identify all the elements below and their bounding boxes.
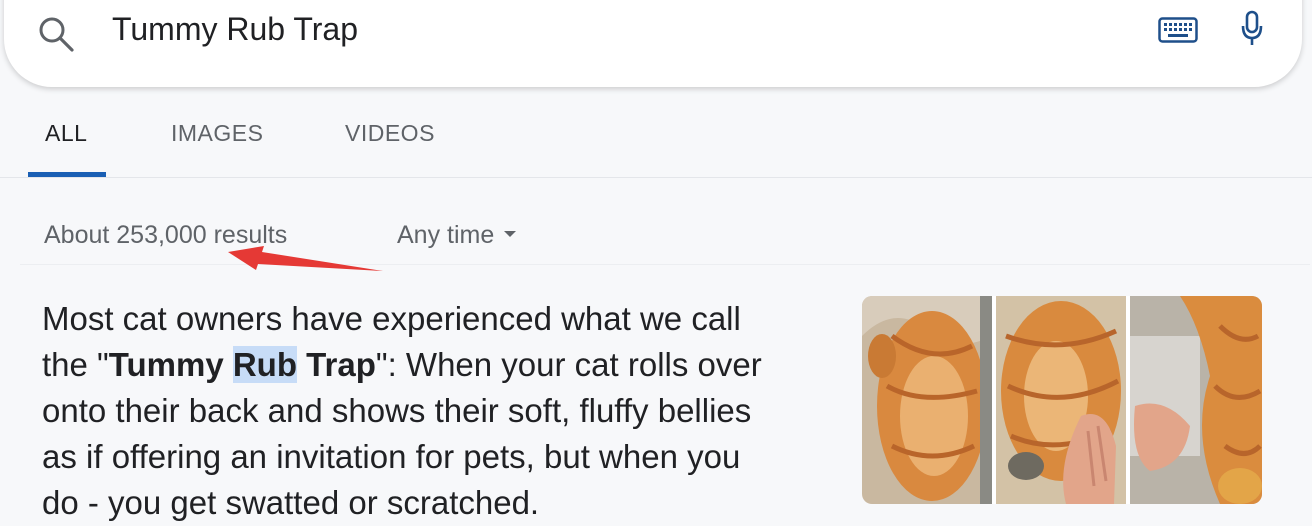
search-tabs: ALL IMAGES VIDEOS [0,88,1312,178]
search-icon[interactable] [36,14,76,54]
image-strip[interactable] [862,296,1262,504]
snippet-line: Most cat owners have experienced what we… [42,300,741,337]
snippet-text: ": When your cat rolls over [375,346,762,383]
cat-photo-3[interactable] [1130,296,1262,504]
snippet-text: the " [42,346,109,383]
cat-photo-1[interactable] [862,296,992,504]
search-bar[interactable]: Tummy Rub Trap [4,0,1302,87]
tab-videos[interactable]: VIDEOS [345,120,435,147]
snippet-bold: Tummy [108,346,224,383]
snippet-bold-highlighted: Rub [232,346,297,383]
chevron-down-icon [504,231,517,238]
search-input[interactable]: Tummy Rub Trap [112,9,358,49]
snippet-bold: Trap [306,346,376,383]
tab-all[interactable]: ALL [45,120,87,147]
time-filter-dropdown[interactable]: Any time [397,221,517,250]
snippet-line: onto their back and shows their soft, fl… [42,392,752,429]
results-divider [20,264,1310,265]
snippet-line: the "Tummy Rub Trap": When your cat roll… [42,342,842,388]
featured-snippet: Most cat owners have experienced what we… [42,296,842,526]
microphone-icon[interactable] [1239,9,1265,49]
cat-photo-2[interactable] [996,296,1126,504]
tab-images[interactable]: IMAGES [171,120,263,147]
time-filter-label: Any time [397,221,495,249]
snippet-line: as if offering an invitation for pets, b… [42,438,741,475]
keyboard-icon[interactable] [1158,17,1198,43]
snippet-line: do - you get swatted or scratched. [42,484,540,521]
tabs-divider [0,177,1312,178]
results-count: About 253,000 results [44,221,288,249]
